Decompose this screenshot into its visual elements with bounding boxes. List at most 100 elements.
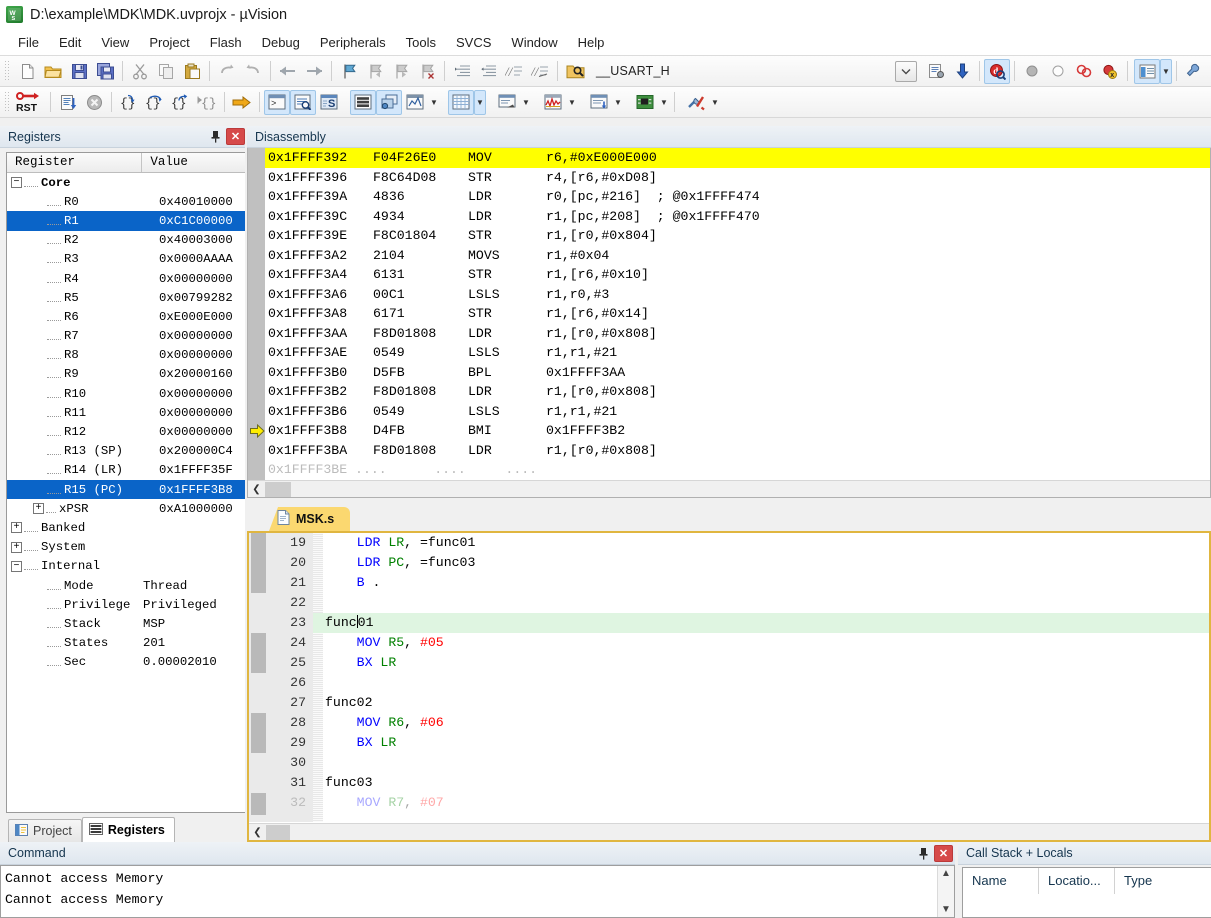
analysis-window-icon[interactable]	[540, 90, 566, 115]
scrollbar-thumb[interactable]	[265, 481, 291, 497]
trace-window-icon[interactable]	[586, 90, 612, 115]
registers-window-icon[interactable]	[350, 89, 376, 115]
column-header-type[interactable]: Type	[1115, 868, 1200, 894]
step-into-icon[interactable]: {}	[116, 90, 142, 115]
disassembly-line[interactable]: 0x1FFFF3AE 0549 LSLS r1,r1,#21	[265, 343, 1210, 363]
disassembly-line[interactable]: 0x1FFFF39C 4934 LDR r1,[pc,#208] ; @0x1FFFF…	[265, 207, 1210, 227]
table-row[interactable]: R13 (SP) 0x200000C4	[7, 442, 245, 461]
command-output[interactable]: Cannot access Memory Cannot access Memor…	[0, 865, 955, 918]
comment-icon[interactable]: //	[501, 59, 527, 84]
scroll-up-icon[interactable]: ▲	[941, 866, 951, 881]
table-row[interactable]: R8 0x00000000	[7, 346, 245, 365]
disassembly-line[interactable]: 0x1FFFF39A 4836 LDR r0,[pc,#216] ; @0x1FFFF…	[265, 187, 1210, 207]
code-line-partial[interactable]: MOV R7, #07	[323, 793, 1209, 813]
navigate-forward-icon[interactable]	[301, 59, 327, 84]
table-row[interactable]: R1 0xC1C00000	[7, 211, 245, 231]
find-in-files-icon[interactable]	[562, 59, 588, 84]
menu-debug[interactable]: Debug	[252, 32, 310, 53]
code-line[interactable]	[323, 673, 1209, 693]
registers-group-core[interactable]: − Core	[7, 173, 245, 192]
search-field-value[interactable]: __USART_H	[596, 64, 670, 78]
table-row[interactable]: R15 (PC) 0x1FFFF3B8	[7, 480, 245, 500]
system-viewer-dropdown-icon[interactable]: ▼	[658, 90, 670, 115]
serial-window-icon[interactable]	[494, 90, 520, 115]
undo-icon[interactable]	[214, 59, 240, 84]
disassembly-line[interactable]: 0x1FFFF3A6 00C1 LSLS r1,r0,#3	[265, 285, 1210, 305]
disable-breakpoint-icon[interactable]	[1045, 59, 1071, 84]
command-window-icon[interactable]: >	[264, 89, 290, 115]
save-icon[interactable]	[66, 59, 92, 84]
bookmark-prev-icon[interactable]	[362, 59, 388, 84]
disassembly-line[interactable]: 0x1FFFF3B8 D4FB BMI 0x1FFFF3B2	[265, 421, 1210, 441]
table-row[interactable]: Stack MSP	[7, 614, 245, 633]
disassembly-line[interactable]: 0x1FFFF3A8 6171 STR r1,[r6,#0x14]	[265, 304, 1210, 324]
copy-icon[interactable]	[153, 59, 179, 84]
registers-group-banked[interactable]: + Banked	[7, 518, 245, 537]
menu-file[interactable]: File	[8, 32, 49, 53]
menu-edit[interactable]: Edit	[49, 32, 91, 53]
menu-tools[interactable]: Tools	[396, 32, 446, 53]
toolbar-grip[interactable]	[4, 91, 11, 113]
indent-icon[interactable]	[449, 59, 475, 84]
table-row[interactable]: R6 0xE000E000	[7, 307, 245, 326]
table-row[interactable]: R4 0x00000000	[7, 269, 245, 288]
uncomment-icon[interactable]: //	[527, 59, 553, 84]
outdent-icon[interactable]	[475, 59, 501, 84]
configure-icon[interactable]	[1181, 59, 1207, 84]
code-line[interactable]: MOV R6, #06	[323, 713, 1209, 733]
stop-icon[interactable]	[81, 90, 107, 115]
disassembly-line[interactable]: 0x1FFFF3A2 2104 MOVS r1,#0x04	[265, 246, 1210, 266]
expand-icon[interactable]: +	[11, 522, 22, 534]
table-row[interactable]: R7 0x00000000	[7, 327, 245, 346]
start-debug-icon[interactable]: d	[984, 58, 1010, 84]
watch-window-dropdown-icon[interactable]: ▼	[428, 90, 440, 115]
table-row[interactable]: R9 0x20000160	[7, 365, 245, 384]
serial-window-dropdown-icon[interactable]: ▼	[520, 90, 532, 115]
column-header-name[interactable]: Name	[963, 868, 1039, 894]
close-icon[interactable]: ✕	[226, 128, 245, 145]
expand-icon[interactable]: +	[11, 541, 22, 553]
redo-icon[interactable]	[240, 59, 266, 84]
disassembly-line[interactable]: 0x1FFFF39E F8C01804 STR r1,[r0,#0x804]	[265, 226, 1210, 246]
code-line[interactable]: LDR PC, =func03	[323, 553, 1209, 573]
bookmark-clear-icon[interactable]	[414, 59, 440, 84]
analysis-window-dropdown-icon[interactable]: ▼	[566, 90, 578, 115]
system-viewer-icon[interactable]	[632, 90, 658, 115]
menu-peripherals[interactable]: Peripherals	[310, 32, 396, 53]
save-all-icon[interactable]	[92, 59, 118, 84]
menu-project[interactable]: Project	[139, 32, 199, 53]
reset-cpu-icon[interactable]: RST	[14, 90, 46, 115]
table-row[interactable]: R12 0x00000000	[7, 422, 245, 441]
run-icon[interactable]	[55, 90, 81, 115]
command-vscrollbar[interactable]: ▲ ▼	[937, 866, 954, 917]
code-line[interactable]: BX LR	[323, 653, 1209, 673]
disassembly-line[interactable]: 0x1FFFF3B2 F8D01808 LDR r1,[r0,#0x808]	[265, 382, 1210, 402]
symbols-window-icon[interactable]: S	[316, 90, 342, 115]
code-line[interactable]: MOV R5, #05	[323, 633, 1209, 653]
disassembly-line[interactable]: 0x1FFFF3B0 D5FB BPL 0x1FFFF3AA	[265, 363, 1210, 383]
manage-windows-icon[interactable]	[1134, 58, 1160, 84]
table-row[interactable]: R2 0x40003000	[7, 231, 245, 250]
toolbox-dropdown-icon[interactable]: ▼	[709, 90, 721, 115]
table-row[interactable]: R11 0x00000000	[7, 403, 245, 422]
disassembly-line[interactable]: 0x1FFFF3AA F8D01808 LDR r1,[r0,#0x808]	[265, 324, 1210, 344]
disable-all-breakpoints-icon[interactable]	[1071, 59, 1097, 84]
menu-flash[interactable]: Flash	[200, 32, 252, 53]
editor-body[interactable]: 19 20 21 22 23 24 25 26 27 28 29 30 31 3…	[247, 531, 1211, 842]
scroll-left-icon[interactable]: ❮	[248, 481, 265, 497]
sidebar-tab-registers[interactable]: Registers	[81, 817, 175, 842]
step-over-icon[interactable]: {}	[142, 90, 168, 115]
toolbox-icon[interactable]	[683, 90, 709, 115]
disassembly-line[interactable]: 0x1FFFF3A4 6131 STR r1,[r6,#0x10]	[265, 265, 1210, 285]
table-row[interactable]: R14 (LR) 0x1FFFF35F	[7, 461, 245, 480]
editor-tab-msk-s[interactable]: MSK.s	[269, 507, 351, 531]
table-row[interactable]: R10 0x00000000	[7, 384, 245, 403]
column-header-location[interactable]: Locatio...	[1039, 868, 1115, 894]
disassembly-line[interactable]: 0x1FFFF396 F8C64D08 STR r4,[r6,#0xD08]	[265, 168, 1210, 188]
debug-session-icon[interactable]	[949, 59, 975, 84]
collapse-icon[interactable]: −	[11, 560, 22, 572]
call-stack-icon[interactable]	[376, 89, 402, 115]
menu-view[interactable]: View	[91, 32, 139, 53]
disassembly-line[interactable]: 0x1FFFF392 F04F26E0 MOV r6,#0xE000E000	[265, 148, 1210, 168]
menu-svcs[interactable]: SVCS	[446, 32, 501, 53]
